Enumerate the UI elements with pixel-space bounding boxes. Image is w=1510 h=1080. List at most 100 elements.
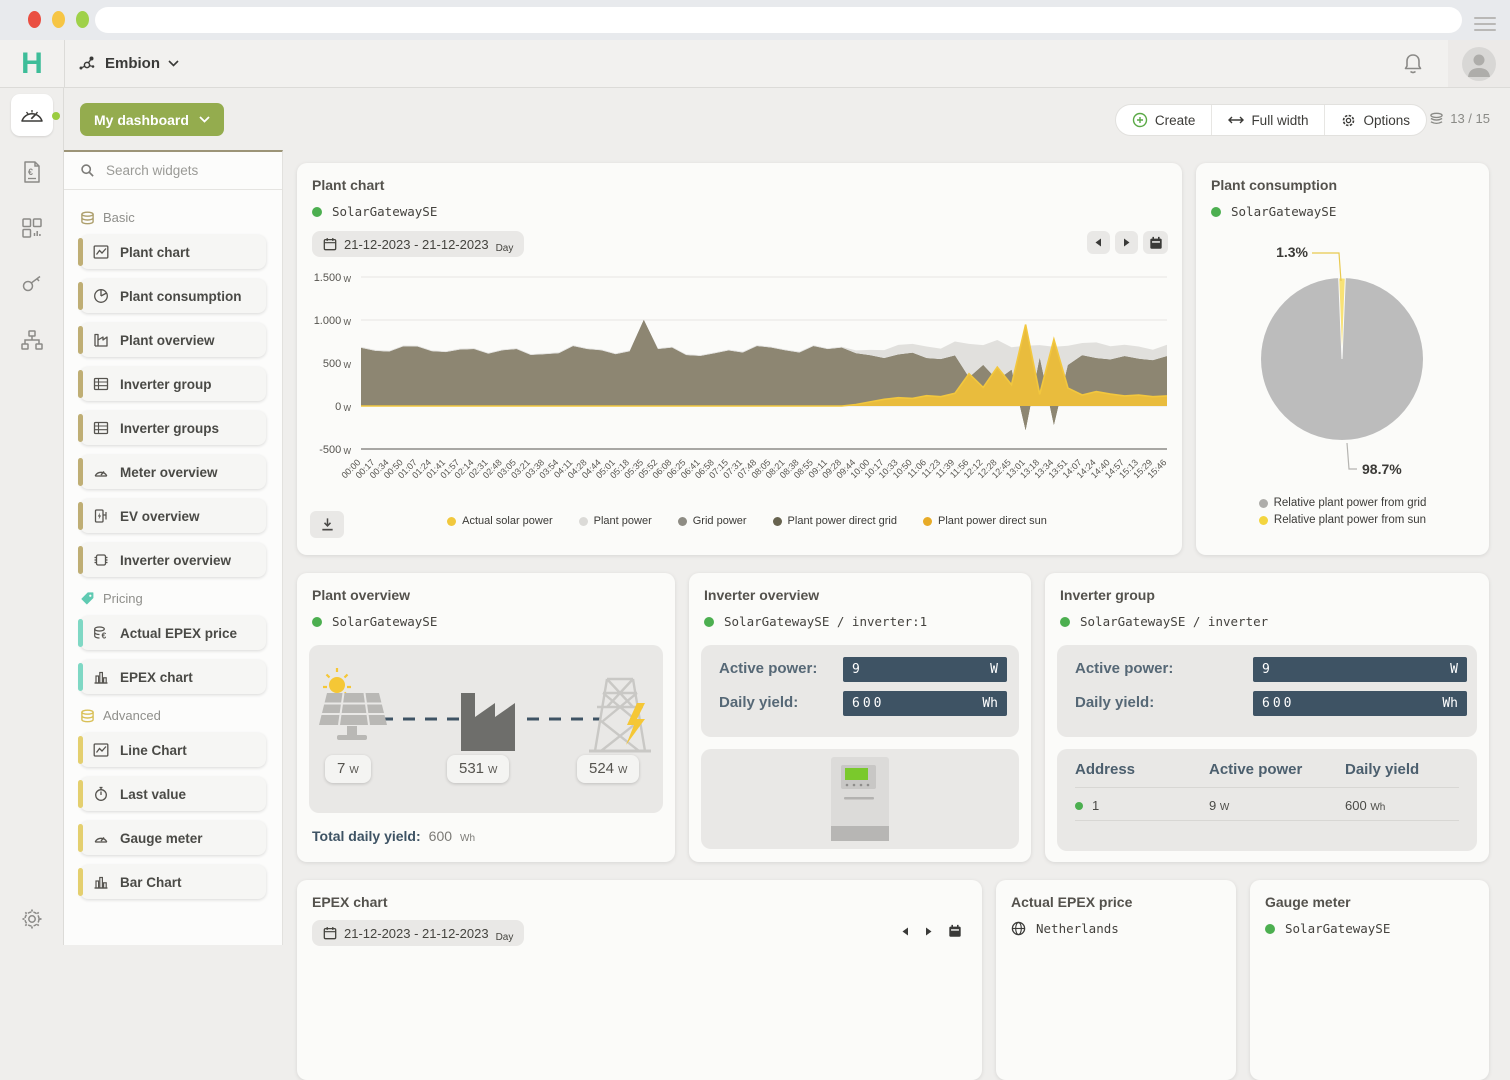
browser-menu-icon[interactable] (1474, 13, 1496, 35)
widget-item-line-chart[interactable]: Line Chart (80, 733, 266, 767)
window-minimize-button[interactable] (52, 11, 65, 28)
notifications-bell-icon[interactable] (1402, 52, 1424, 76)
globe-icon (1011, 921, 1026, 936)
dashboard-actions: Create Full width Options (1115, 104, 1427, 136)
pie-label-grid: 98.7% (1362, 461, 1402, 477)
widget-item-inverter-overview[interactable]: Inverter overview (80, 543, 266, 577)
col-daily-yield: Daily yield (1345, 761, 1419, 778)
dashboard-selector-label: My dashboard (94, 112, 189, 128)
nav-invoices[interactable]: € (0, 144, 64, 200)
widget-item-meter-overview[interactable]: Meter overview (80, 455, 266, 489)
nav-settings[interactable] (0, 907, 64, 931)
legend-item[interactable]: Grid power (678, 515, 747, 527)
range-mode-label: Day (496, 932, 514, 943)
widget-item-actual-epex-price[interactable]: €Actual EPEX price (80, 616, 266, 650)
download-icon (320, 517, 335, 532)
date-range-picker[interactable]: 21-12-2023 - 21-12-2023 Day (312, 920, 524, 946)
search-input[interactable] (104, 162, 258, 179)
gauge-icon (93, 830, 109, 846)
widget-item-bar-chart[interactable]: Bar Chart (80, 865, 266, 899)
window-maximize-button[interactable] (76, 11, 89, 28)
status-dot (312, 207, 322, 217)
table-row[interactable]: 1 (1075, 798, 1099, 813)
drag-accent (78, 780, 83, 808)
arrow-right-icon (1123, 238, 1130, 247)
widget-title: Plant chart (312, 177, 384, 193)
line-chart-icon (93, 244, 109, 260)
widget-item-plant-chart[interactable]: Plant chart (80, 235, 266, 269)
svg-text:€: € (102, 630, 107, 640)
pie-legend: Relative plant power from grid Relative … (1196, 497, 1489, 526)
solar-panel-icon (319, 668, 387, 740)
plus-circle-icon (1132, 112, 1148, 128)
legend-item[interactable]: Relative plant power from sun (1259, 514, 1426, 526)
url-bar[interactable] (95, 7, 1462, 33)
legend-item[interactable]: Plant power direct sun (923, 515, 1047, 527)
widget-item-plant-overview[interactable]: Plant overview (80, 323, 266, 357)
widget-item-inverter-groups[interactable]: Inverter groups (80, 411, 266, 445)
line-chart-icon (93, 742, 109, 758)
device-panel (701, 749, 1019, 849)
create-button[interactable]: Create (1116, 105, 1213, 135)
nav-api-keys[interactable] (0, 256, 64, 312)
device-row: SolarGatewaySE (312, 614, 437, 629)
prev-period-button[interactable] (1087, 231, 1110, 254)
widget-item-gauge-meter[interactable]: Gauge meter (80, 821, 266, 855)
widget-item-ev-overview[interactable]: EV overview (80, 499, 266, 533)
prev-period-button[interactable] (902, 927, 909, 936)
jump-to-date-button[interactable] (1143, 231, 1168, 254)
layers-icon (1429, 112, 1444, 126)
app-logo[interactable]: H (0, 40, 65, 87)
jump-to-date-button[interactable] (948, 924, 962, 938)
create-label: Create (1155, 113, 1196, 128)
full-width-button[interactable]: Full width (1212, 105, 1325, 135)
widget-item-last-value[interactable]: Last value (80, 777, 266, 811)
drag-accent (78, 414, 83, 442)
chart-legend: Actual solar power Plant power Grid power P… (357, 515, 1137, 527)
nav-rail: € (0, 88, 64, 945)
dashboard-selector-button[interactable]: My dashboard (80, 103, 224, 136)
window-close-button[interactable] (28, 11, 41, 28)
download-chart-button[interactable] (310, 511, 344, 538)
chevron-down-icon (168, 60, 179, 67)
gear-icon (1341, 113, 1356, 128)
widget-count-badge: 13 / 15 (1429, 111, 1490, 126)
daily-yield-value-box: 600 Wh (843, 691, 1007, 716)
user-menu[interactable] (1448, 40, 1510, 87)
next-period-button[interactable] (925, 927, 932, 936)
widget-item-plant-consumption[interactable]: Plant consumption (80, 279, 266, 313)
section-label: Pricing (103, 591, 143, 606)
device-row: SolarGatewaySE / inverter:1 (704, 614, 927, 629)
legend-item[interactable]: Actual solar power (447, 515, 553, 527)
section-label: Basic (103, 210, 135, 225)
solar-power-value: 7 W (325, 755, 371, 783)
widget-epex-chart: EPEX chart 21-12-2023 - 21-12-2023 Day (297, 880, 982, 1080)
avatar (1462, 47, 1496, 81)
drag-accent (78, 502, 83, 530)
nav-dashboard[interactable] (0, 88, 64, 144)
widget-item-epex-chart[interactable]: EPEX chart (80, 660, 266, 694)
calendar-icon (1149, 236, 1163, 250)
legend-item[interactable]: Plant power direct grid (773, 515, 897, 527)
widget-item-label: Meter overview (120, 465, 218, 480)
date-range-picker[interactable]: 21-12-2023 - 21-12-2023 Day (312, 231, 524, 257)
widget-list: Basic Plant chart Plant consumption Plant o… (64, 190, 282, 899)
consumption-pie-chart: 1.3% 98.7% (1196, 225, 1489, 493)
legend-item[interactable]: Relative plant power from grid (1259, 497, 1427, 509)
drag-accent (78, 326, 83, 354)
options-button[interactable]: Options (1325, 105, 1426, 135)
org-selector[interactable]: Embion (78, 40, 179, 87)
full-width-label: Full width (1251, 113, 1308, 128)
legend-item[interactable]: Plant power (579, 515, 652, 527)
active-power-label: Active power: (719, 660, 817, 677)
nav-widgets[interactable] (0, 200, 64, 256)
widget-gauge-meter: Gauge meter SolarGatewaySE (1250, 880, 1489, 1080)
database-icon (80, 709, 95, 723)
nav-sites[interactable] (0, 312, 64, 368)
widget-item-label: Plant overview (120, 333, 215, 348)
daily-yield-value-box: 600 Wh (1253, 691, 1467, 716)
widget-item-inverter-group[interactable]: Inverter group (80, 367, 266, 401)
next-period-button[interactable] (1115, 231, 1138, 254)
svg-text:0 W: 0 W (335, 401, 351, 413)
org-name: Embion (105, 55, 160, 72)
